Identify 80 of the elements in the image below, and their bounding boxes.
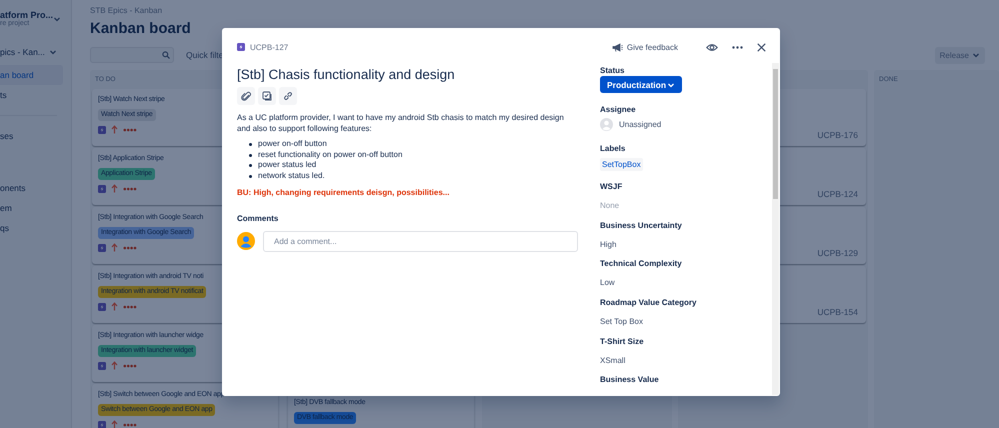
sidebar-item[interactable]: onents (0, 178, 63, 198)
arrow-up-icon (111, 361, 118, 370)
chevron-down-icon[interactable] (53, 14, 61, 22)
subtask-icon (262, 91, 272, 101)
subtask-button[interactable] (258, 87, 276, 105)
dots-icon (123, 304, 137, 308)
arrow-up-icon (111, 420, 118, 428)
story-icon (98, 362, 106, 370)
comments-heading: Comments (237, 214, 280, 223)
status-button[interactable]: Productization (600, 76, 682, 93)
avatar-icon (237, 232, 255, 250)
field-value[interactable]: None (600, 201, 772, 210)
bullet-icon (249, 154, 252, 157)
bullet-icon (249, 142, 252, 146)
chevron-down-icon (972, 51, 980, 59)
bullet-icon (249, 164, 252, 168)
story-icon (98, 126, 106, 134)
search-field[interactable] (90, 47, 174, 63)
field-value[interactable]: Set Top Box (600, 316, 772, 326)
story-icon (98, 244, 106, 252)
link-button[interactable] (279, 87, 297, 105)
link-icon (283, 91, 293, 101)
dots-icon (123, 246, 137, 250)
comment-field[interactable]: Add a comment... (263, 230, 578, 252)
issue-key: UCPB-129 (817, 248, 858, 258)
chevron-down-icon (667, 80, 675, 88)
field-value[interactable]: XSmall (600, 356, 772, 365)
release-button[interactable]: Release (934, 46, 985, 64)
scrollbar[interactable] (772, 63, 779, 395)
field-value[interactable]: High (600, 240, 772, 249)
user-avatar-icon (600, 118, 613, 131)
arrow-up-icon (111, 302, 118, 311)
attach-button[interactable] (237, 87, 255, 105)
field-label: WSJF (600, 182, 624, 192)
arrow-up-icon (111, 243, 118, 252)
issue-key: UCPB-124 (817, 189, 858, 199)
sidebar-item[interactable]: em (0, 198, 63, 218)
story-icon (98, 420, 106, 428)
field-value[interactable]: Low (600, 278, 772, 288)
field-label: Technical Complexity (600, 259, 683, 268)
scroll-thumb[interactable] (773, 69, 778, 199)
dots-icon (123, 128, 137, 132)
feedback-button[interactable]: Give feedback (612, 42, 678, 52)
story-icon (98, 184, 106, 192)
megaphone-icon (612, 42, 623, 52)
sidebar-item[interactable]: ts (0, 85, 63, 105)
issue-key[interactable]: UCPB-127 (250, 42, 288, 52)
close-icon[interactable] (757, 42, 766, 52)
more-icon[interactable] (732, 46, 743, 48)
sidebar-item[interactable]: ses (0, 126, 63, 146)
board-switcher[interactable]: pics - Kan... (0, 47, 45, 57)
breadcrumb[interactable]: STB Epics - Kanban (90, 6, 999, 15)
sidebar-item[interactable]: qs (0, 218, 63, 238)
chevron-down-icon[interactable] (49, 48, 57, 56)
assignee-name[interactable]: Unassigned (619, 120, 662, 129)
bullet-icon (249, 174, 252, 178)
field-label: Status (600, 66, 626, 75)
search-icon (162, 51, 170, 59)
field-label: Business Uncertainty (600, 220, 683, 230)
story-icon (237, 43, 245, 51)
arrow-up-icon (111, 184, 118, 193)
field-label: Labels (600, 144, 626, 153)
arrow-up-icon (111, 125, 118, 134)
dots-icon (123, 422, 137, 426)
field-label: Assignee (600, 105, 637, 114)
issue-key: UCPB-176 (817, 130, 858, 140)
page-title: Kanban board (90, 20, 192, 37)
story-icon (98, 302, 106, 310)
attach-icon (241, 91, 251, 101)
field-label: T-Shirt Size (600, 336, 645, 346)
eye-icon[interactable] (706, 42, 718, 52)
label-tag[interactable]: SetTopBox (600, 158, 643, 171)
issue-summary: [Stb] Chasis functionality and design (237, 67, 456, 82)
issue-key: UCPB-154 (817, 307, 858, 317)
sidebar-item[interactable]: an board (0, 65, 63, 85)
project-name[interactable]: atform Pro... (0, 10, 54, 20)
dots-icon (123, 364, 137, 368)
field-label: Business Value (600, 375, 660, 384)
dots-icon (123, 186, 137, 190)
field-label: Roadmap Value Category (600, 298, 698, 307)
